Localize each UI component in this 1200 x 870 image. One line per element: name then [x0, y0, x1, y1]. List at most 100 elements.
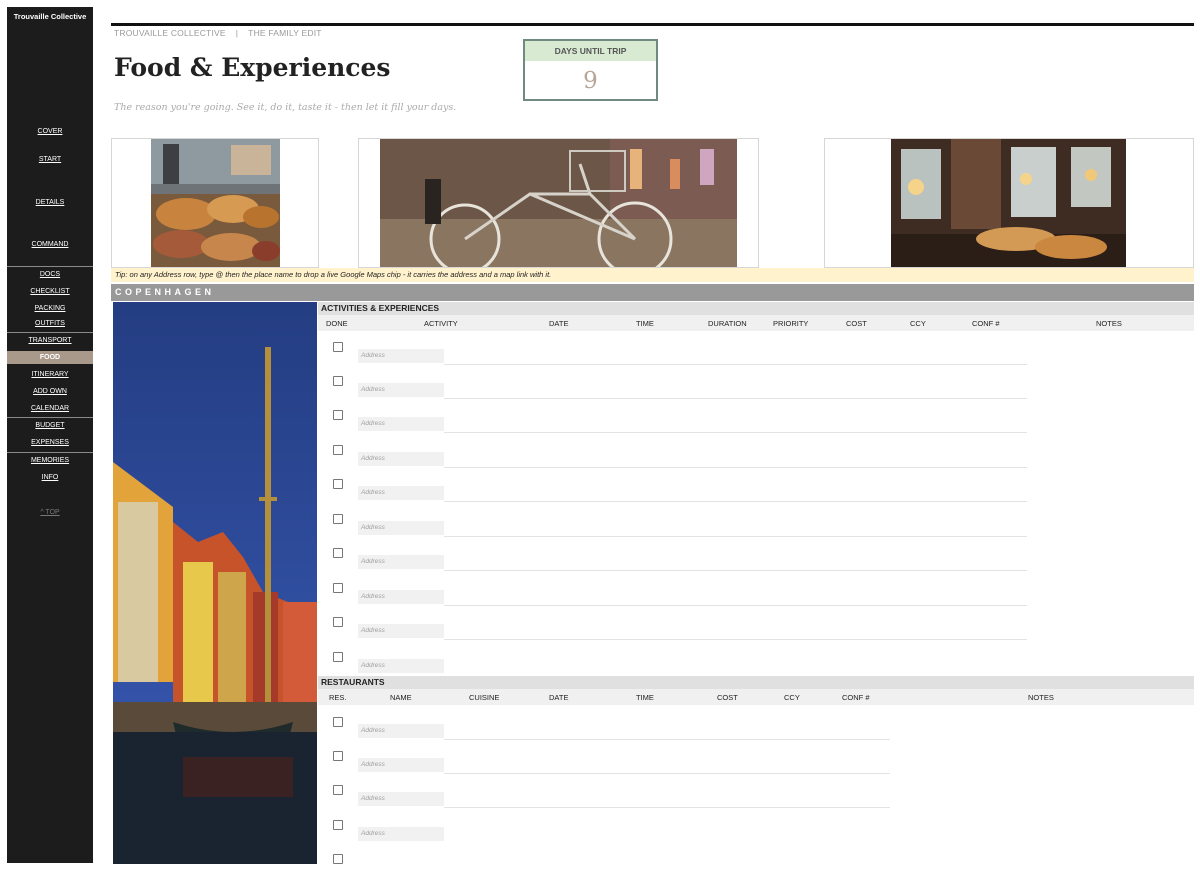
- row-divider: [444, 639, 1027, 640]
- sidebar-item-start[interactable]: START: [7, 156, 93, 163]
- done-checkbox[interactable]: [333, 617, 343, 627]
- col-time: TIME: [636, 693, 654, 702]
- back-to-top-link[interactable]: ^ TOP: [7, 509, 93, 516]
- col-name: NAME: [390, 693, 412, 702]
- col-notes: NOTES: [1028, 693, 1054, 702]
- sidebar-item-calendar[interactable]: CALENDAR: [7, 405, 93, 412]
- sidebar-item-add-own[interactable]: ADD OWN: [7, 388, 93, 395]
- sidebar-item-budget[interactable]: BUDGET: [7, 422, 93, 429]
- row-divider: [444, 501, 1027, 502]
- restaurant-interior-photo: [891, 139, 1126, 267]
- nav-divider: [7, 266, 93, 267]
- col-activity: ACTIVITY: [424, 319, 458, 328]
- col-notes: NOTES: [1096, 319, 1122, 328]
- done-checkbox[interactable]: [333, 583, 343, 593]
- done-checkbox[interactable]: [333, 479, 343, 489]
- sidebar-item-itinerary[interactable]: ITINERARY: [7, 371, 93, 378]
- nyhavn-harbor-photo: [113, 302, 317, 864]
- col-duration: DURATION: [708, 319, 747, 328]
- sidebar-item-details[interactable]: DETAILS: [7, 199, 93, 206]
- reserved-checkbox[interactable]: [333, 785, 343, 795]
- sidebar-item-expenses[interactable]: EXPENSES: [7, 439, 93, 446]
- col-time: TIME: [636, 319, 654, 328]
- activity-row: Address: [318, 537, 1194, 571]
- header-rule: [111, 23, 1194, 26]
- photo-frame-restaurant: [824, 138, 1194, 268]
- sidebar-item-packing[interactable]: PACKING: [7, 305, 93, 312]
- breadcrumb-edition: THE FAMILY EDIT: [248, 28, 322, 38]
- col-conf: CONF #: [972, 319, 1000, 328]
- address-field[interactable]: Address: [358, 521, 444, 535]
- page-subtitle: The reason you're going. See it, do it, …: [114, 102, 457, 113]
- sidebar-item-food[interactable]: FOOD: [7, 351, 93, 364]
- col-cost: COST: [846, 319, 867, 328]
- row-divider: [444, 570, 1027, 571]
- activity-row: Address: [318, 434, 1194, 468]
- done-checkbox[interactable]: [333, 342, 343, 352]
- done-checkbox[interactable]: [333, 652, 343, 662]
- address-field[interactable]: Address: [358, 659, 444, 673]
- restaurants-heading: RESTAURANTS: [318, 676, 1194, 689]
- address-field[interactable]: Address: [358, 417, 444, 431]
- activities-rows: Address Address Address Address Address …: [318, 331, 1194, 676]
- nav-divider: [7, 417, 93, 418]
- sidebar-item-docs[interactable]: DOCS: [7, 271, 93, 278]
- address-field[interactable]: Address: [358, 792, 444, 806]
- activity-row: Address: [318, 365, 1194, 399]
- col-cost: COST: [717, 693, 738, 702]
- activity-row: Address: [318, 572, 1194, 606]
- restaurant-row: [318, 843, 1194, 870]
- col-cuisine: CUISINE: [469, 693, 500, 702]
- done-checkbox[interactable]: [333, 548, 343, 558]
- done-checkbox[interactable]: [333, 376, 343, 386]
- restaurant-row: Address: [318, 705, 1194, 740]
- activity-row: Address: [318, 503, 1194, 537]
- activities-section: ACTIVITIES & EXPERIENCES DONE ACTIVITY D…: [318, 302, 1194, 676]
- sidebar-item-memories[interactable]: MEMORIES: [7, 457, 93, 464]
- address-field[interactable]: Address: [358, 590, 444, 604]
- col-done: DONE: [326, 319, 348, 328]
- done-checkbox[interactable]: [333, 514, 343, 524]
- col-date: DATE: [549, 693, 569, 702]
- address-field[interactable]: Address: [358, 452, 444, 466]
- bicycle-street-photo: [380, 139, 737, 267]
- address-field[interactable]: Address: [358, 724, 444, 738]
- col-ccy: CCY: [784, 693, 800, 702]
- sidebar-item-info[interactable]: INFO: [7, 474, 93, 481]
- sidebar-item-command[interactable]: COMMAND: [7, 241, 93, 248]
- days-until-trip-value: 9: [583, 68, 598, 94]
- breadcrumb: TROUVAILLE COLLECTIVE | THE FAMILY EDIT: [114, 28, 322, 38]
- sidebar-item-cover[interactable]: COVER: [7, 128, 93, 135]
- address-field[interactable]: Address: [358, 624, 444, 638]
- restaurants-column-headers: RES. NAME CUISINE DATE TIME COST CCY CON…: [318, 689, 1194, 705]
- col-conf: CONF #: [842, 693, 870, 702]
- sidebar-item-transport[interactable]: TRANSPORT: [7, 337, 93, 344]
- photo-frame-pastries: [111, 138, 319, 268]
- days-until-trip-widget: DAYS UNTIL TRIP 9: [523, 39, 658, 101]
- activity-row: Address: [318, 641, 1194, 675]
- reserved-checkbox[interactable]: [333, 820, 343, 830]
- address-field[interactable]: Address: [358, 349, 444, 363]
- reserved-checkbox[interactable]: [333, 717, 343, 727]
- address-field[interactable]: Address: [358, 486, 444, 500]
- address-field[interactable]: Address: [358, 827, 444, 841]
- restaurant-row: Address: [318, 740, 1194, 774]
- activity-row: Address: [318, 606, 1194, 640]
- activity-row: Address: [318, 399, 1194, 433]
- sidebar-item-checklist[interactable]: CHECKLIST: [7, 288, 93, 295]
- breadcrumb-separator: |: [235, 28, 239, 38]
- restaurant-row: Address: [318, 774, 1194, 808]
- sidebar-item-outfits[interactable]: OUTFITS: [7, 320, 93, 327]
- page-title: Food & Experiences: [114, 53, 391, 82]
- col-priority: PRIORITY: [773, 319, 809, 328]
- photo-frame-bicycle: [358, 138, 759, 268]
- done-checkbox[interactable]: [333, 410, 343, 420]
- done-checkbox[interactable]: [333, 445, 343, 455]
- reserved-checkbox[interactable]: [333, 751, 343, 761]
- address-field[interactable]: Address: [358, 555, 444, 569]
- activities-heading: ACTIVITIES & EXPERIENCES: [318, 302, 1194, 315]
- address-field[interactable]: Address: [358, 758, 444, 772]
- col-ccy: CCY: [910, 319, 926, 328]
- address-field[interactable]: Address: [358, 383, 444, 397]
- reserved-checkbox[interactable]: [333, 854, 343, 864]
